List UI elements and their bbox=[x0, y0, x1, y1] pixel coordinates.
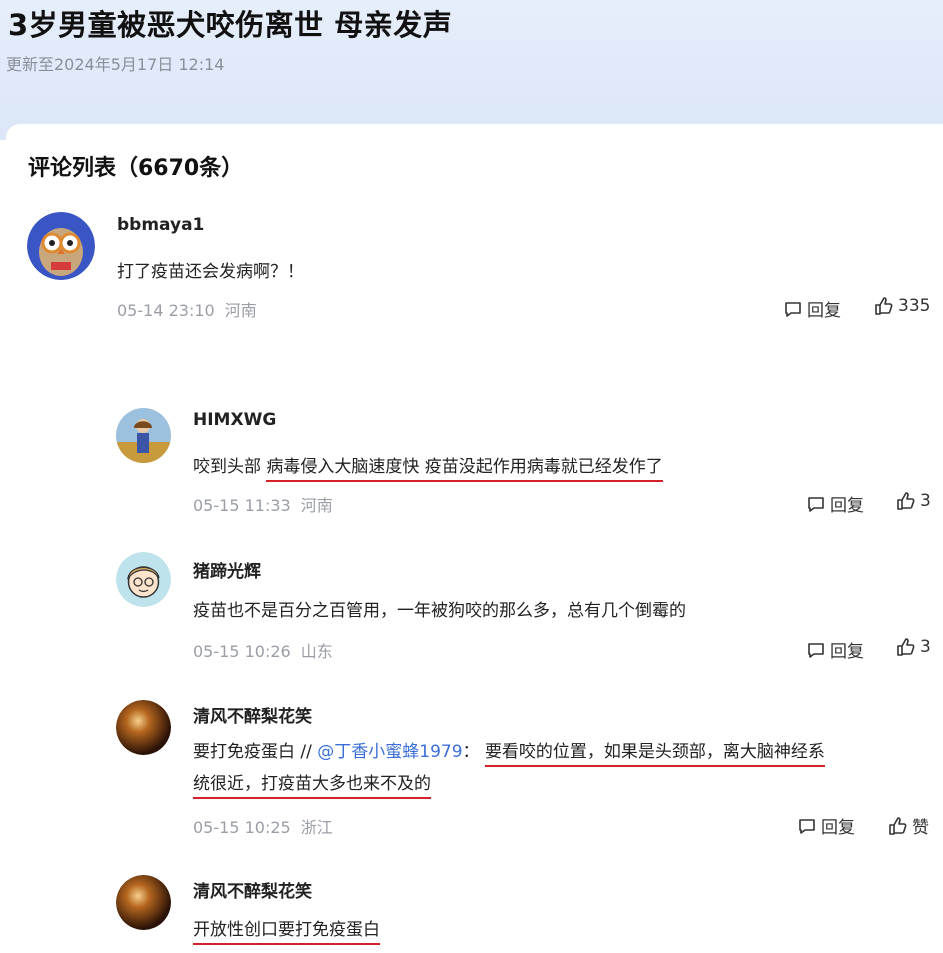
like-button[interactable]: 赞 bbox=[888, 813, 929, 838]
thumbs-up-icon bbox=[875, 297, 893, 315]
like-count: 3 bbox=[920, 637, 931, 657]
comment-username[interactable]: HIMXWG bbox=[193, 410, 276, 430]
article-title: 3岁男童被恶犬咬伤离世 母亲发声 bbox=[8, 8, 453, 42]
comment-bubble-icon bbox=[799, 818, 815, 834]
underlined-text: 病毒侵入大脑速度快 疫苗没起作用病毒就已经发作了 bbox=[266, 457, 663, 482]
comment-username[interactable]: 猪蹄光辉 bbox=[193, 557, 261, 582]
comment-username[interactable]: 清风不醉梨花笑 bbox=[193, 877, 312, 902]
avatar[interactable] bbox=[116, 552, 171, 607]
like-label: 赞 bbox=[912, 818, 929, 838]
comment-date: 05-15 10:26 bbox=[193, 642, 291, 661]
like-button[interactable]: 3 bbox=[896, 491, 931, 511]
comment-text-plain: ： bbox=[462, 742, 485, 762]
reply-button[interactable]: 回复 bbox=[806, 637, 864, 662]
comment-line-1: 要打免疫蛋白 // @丁香小蜜蜂1979： 要看咬的位置，如果是头颈部，离大脑神… bbox=[193, 736, 938, 768]
comment-text: 开放性创口要打免疫蛋白 bbox=[193, 915, 380, 945]
comment-text: 疫苗也不是百分之百管用，一年被狗咬的那么多，总有几个倒霉的 bbox=[193, 601, 686, 621]
comment-meta: 05-15 11:33 河南 bbox=[193, 492, 333, 516]
mention-link[interactable]: @丁香小蜜蜂1979 bbox=[317, 742, 462, 762]
like-count: 335 bbox=[898, 296, 931, 316]
comment-text-plain: 要打免疫蛋白 // bbox=[193, 742, 318, 762]
reply-label: 回复 bbox=[830, 642, 864, 662]
comment-username[interactable]: bbmaya1 bbox=[117, 215, 204, 235]
comments-header: 评论列表（6670条） bbox=[28, 156, 244, 181]
comment-meta: 05-14 23:10 河南 bbox=[117, 297, 257, 321]
comment-date: 05-15 10:25 bbox=[193, 818, 291, 837]
thumbs-up-icon bbox=[897, 638, 915, 656]
comment-bubble-icon bbox=[785, 301, 801, 317]
cropped-comment-strip bbox=[0, 353, 943, 367]
like-button[interactable]: 335 bbox=[874, 296, 930, 316]
avatar[interactable] bbox=[116, 875, 171, 930]
comment-text: 咬到头部 病毒侵入大脑速度快 疫苗没起作用病毒就已经发作了 bbox=[193, 452, 663, 482]
comment-username[interactable]: 清风不醉梨花笑 bbox=[193, 702, 312, 727]
like-button[interactable]: 3 bbox=[896, 637, 931, 657]
comment-meta: 05-15 10:25 浙江 bbox=[193, 814, 333, 838]
avatar[interactable] bbox=[27, 212, 95, 280]
comment-location: 河南 bbox=[224, 301, 257, 320]
reply-label: 回复 bbox=[807, 301, 841, 321]
comment-location: 山东 bbox=[300, 642, 333, 661]
comment-meta: 05-15 10:26 山东 bbox=[193, 638, 333, 662]
comment-location: 河南 bbox=[300, 496, 333, 515]
thumbs-up-icon bbox=[889, 816, 907, 835]
reply-label: 回复 bbox=[830, 496, 864, 516]
comment-date: 05-14 23:10 bbox=[117, 301, 215, 320]
comment-text-plain: 咬到头部 bbox=[193, 457, 261, 477]
comment-bubble-icon bbox=[808, 496, 824, 512]
comment-location: 浙江 bbox=[300, 818, 333, 837]
comment-bubble-icon bbox=[808, 642, 824, 658]
comment-line-2: 统很近，打疫苗大多也来不及的 bbox=[193, 768, 938, 800]
reply-button[interactable]: 回复 bbox=[797, 813, 855, 838]
reply-button[interactable]: 回复 bbox=[783, 296, 841, 321]
comment-text: 打了疫苗还会发病啊？！ bbox=[117, 262, 304, 282]
comment-text: 要打免疫蛋白 // @丁香小蜜蜂1979： 要看咬的位置，如果是头颈部，离大脑神… bbox=[193, 736, 938, 800]
underlined-text: 要看咬的位置，如果是头颈部，离大脑神经系 bbox=[484, 742, 825, 767]
comment-date: 05-15 11:33 bbox=[193, 496, 291, 515]
reply-label: 回复 bbox=[821, 818, 855, 838]
avatar[interactable] bbox=[116, 700, 171, 755]
avatar[interactable] bbox=[116, 408, 171, 463]
update-time: 更新至2024年5月17日 12:14 bbox=[6, 55, 225, 74]
reply-button[interactable]: 回复 bbox=[806, 491, 864, 516]
underlined-text: 开放性创口要打免疫蛋白 bbox=[193, 920, 380, 945]
underlined-text: 统很近，打疫苗大多也来不及的 bbox=[193, 774, 431, 799]
like-count: 3 bbox=[920, 491, 931, 511]
thumbs-up-icon bbox=[897, 492, 915, 510]
